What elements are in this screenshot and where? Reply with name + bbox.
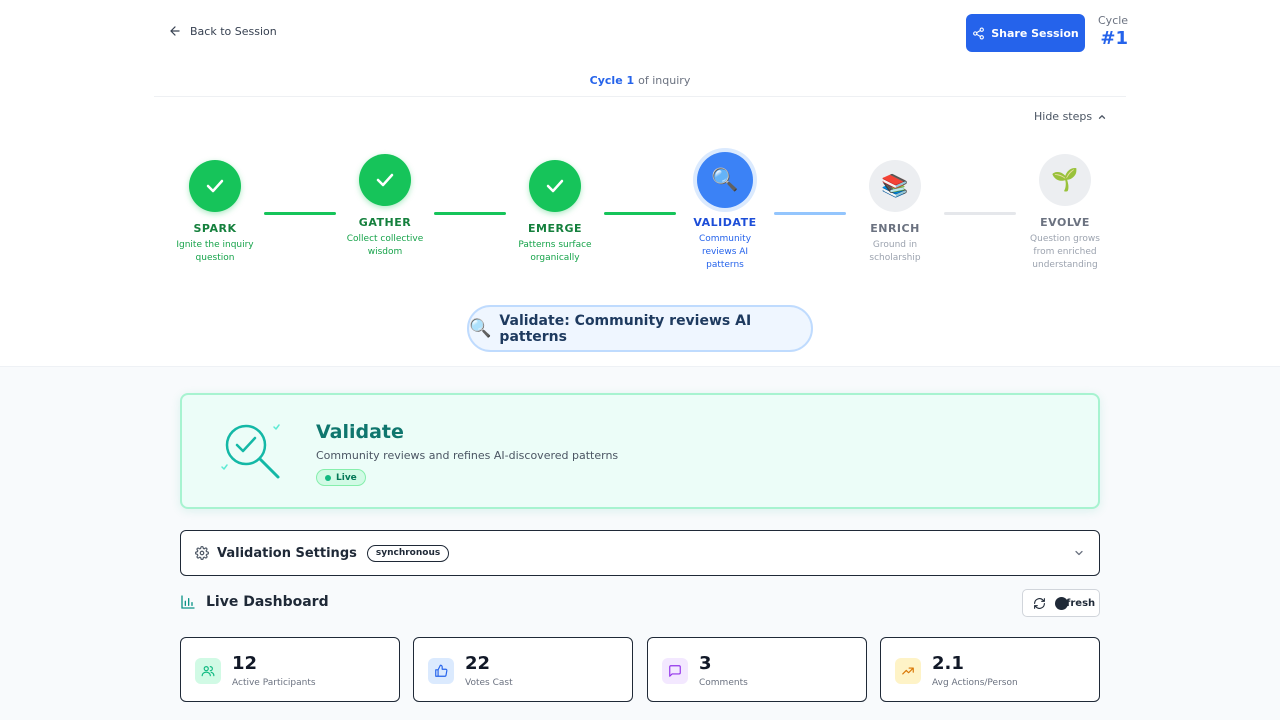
step-pending-circle: 📚: [869, 160, 921, 212]
step-connector: [944, 212, 1016, 215]
users-icon: [195, 658, 221, 684]
step-enrich[interactable]: 📚 ENRICH Ground in scholarship: [840, 160, 950, 265]
hide-steps-label: Hide steps: [1034, 110, 1093, 123]
inquiry-cycle-number: Cycle 1: [589, 74, 635, 87]
settings-label: Validation Settings: [217, 545, 357, 561]
stat-value: 22: [465, 653, 491, 674]
magnifier-check-icon: [221, 424, 280, 479]
stat-label: Votes Cast: [465, 678, 513, 688]
back-to-session-link[interactable]: Back to Session: [168, 24, 277, 38]
stat-card-comments: 3 Comments: [647, 637, 867, 702]
step-pending-circle: 🌱: [1039, 154, 1091, 206]
step-check-circle: [529, 160, 581, 212]
chevron-up-icon: [1098, 114, 1106, 119]
step-description: Patterns surface organically: [518, 240, 592, 263]
live-dashboard-heading: Live Dashboard: [180, 594, 329, 610]
check-icon: [546, 179, 564, 193]
live-status-badge: Live: [316, 469, 366, 486]
step-check-circle: [189, 160, 241, 212]
stat-value: 2.1: [932, 653, 964, 674]
stat-card-votes: 22 Votes Cast: [413, 637, 633, 702]
magnifier-icon: 🔍: [469, 318, 492, 339]
hide-steps-toggle[interactable]: Hide steps: [1034, 110, 1107, 123]
share-icon: [973, 27, 985, 39]
step-evolve[interactable]: 🌱 EVOLVE Question grows from enriched un…: [1010, 154, 1120, 272]
live-status-label: Live: [336, 472, 357, 483]
current-stage-label: Validate: Community reviews AI patterns: [499, 312, 752, 345]
stage-card-title: Validate: [316, 421, 404, 443]
magnifier-icon: 🔍: [711, 167, 739, 193]
step-description: Question grows from enriched understandi…: [1030, 234, 1100, 270]
live-dot-icon: [325, 474, 331, 481]
bar-chart-icon: [181, 595, 195, 609]
stat-value: 3: [699, 653, 712, 674]
seedling-icon: 🌱: [1051, 167, 1079, 193]
stage-card: Validate Community reviews and refines A…: [180, 393, 1100, 509]
stat-label: Comments: [699, 678, 748, 688]
step-connector: [604, 212, 676, 215]
step-name: ENRICH: [870, 222, 920, 235]
stat-label: Avg Actions/Person: [932, 678, 1018, 688]
trending-up-icon: [895, 658, 921, 684]
step-active-circle: 🔍: [697, 152, 753, 208]
comment-icon: [662, 658, 688, 684]
check-icon: [376, 173, 394, 187]
step-name: VALIDATE: [693, 216, 757, 229]
step-check-circle: [359, 154, 411, 206]
step-name: SPARK: [193, 222, 237, 235]
stage-card-subtitle: Community reviews and refines AI-discove…: [316, 449, 619, 462]
step-description: Ignite the inquiry question: [176, 240, 254, 263]
share-label: Share Session: [991, 26, 1079, 40]
cycle-indicator: Cycle #1: [1098, 14, 1128, 49]
back-label: Back to Session: [190, 24, 277, 38]
step-description: Community reviews AI patterns: [698, 234, 752, 270]
step-description: Ground in scholarship: [869, 240, 921, 263]
stat-label: Active Participants: [232, 678, 316, 688]
validation-settings-accordion[interactable]: Validation Settings synchronous: [180, 530, 1100, 576]
refresh-label: fresh: [1066, 597, 1096, 609]
inquiry-suffix: of inquiry: [638, 74, 691, 87]
step-name: EVOLVE: [1040, 216, 1090, 229]
stat-card-participants: 12 Active Participants: [180, 637, 400, 702]
books-icon: 📚: [881, 173, 909, 199]
step-name: GATHER: [358, 216, 412, 229]
step-connector: [774, 212, 846, 215]
step-spark[interactable]: SPARK Ignite the inquiry question: [160, 160, 270, 265]
stat-card-avg-actions: 2.1 Avg Actions/Person: [880, 637, 1100, 702]
step-name: EMERGE: [528, 222, 582, 235]
session-header: Back to Session Share Session Cycle #1 C…: [0, 0, 1280, 366]
chevron-down-icon: [1075, 550, 1083, 556]
cycle-label: Cycle: [1098, 14, 1129, 27]
step-connector: [264, 212, 336, 215]
thumbs-up-icon: [428, 658, 454, 684]
cycle-number: #1: [1100, 28, 1128, 49]
step-emerge[interactable]: EMERGE Patterns surface organically: [500, 160, 610, 265]
cursor-overlay: [1055, 597, 1068, 610]
stat-value: 12: [232, 653, 258, 674]
dashboard-title: Live Dashboard: [206, 594, 329, 610]
settings-mode-badge: synchronous: [366, 544, 450, 562]
refresh-icon: [1034, 597, 1045, 609]
inquiry-cycle-text: Cycle 1 of inquiry: [0, 74, 1280, 87]
header-divider: [154, 96, 1126, 97]
share-session-button[interactable]: Share Session: [966, 14, 1085, 52]
step-description: Collect collective wisdom: [346, 234, 424, 257]
step-validate[interactable]: 🔍 VALIDATE Community reviews AI patterns: [670, 152, 780, 272]
step-gather[interactable]: GATHER Collect collective wisdom: [330, 154, 440, 259]
step-connector: [434, 212, 506, 215]
current-stage-pill: 🔍 Validate: Community reviews AI pattern…: [467, 305, 813, 352]
refresh-button[interactable]: fresh: [1022, 589, 1100, 617]
gear-icon: [195, 546, 209, 560]
check-icon: [206, 179, 224, 193]
arrow-left-icon: [170, 26, 180, 36]
